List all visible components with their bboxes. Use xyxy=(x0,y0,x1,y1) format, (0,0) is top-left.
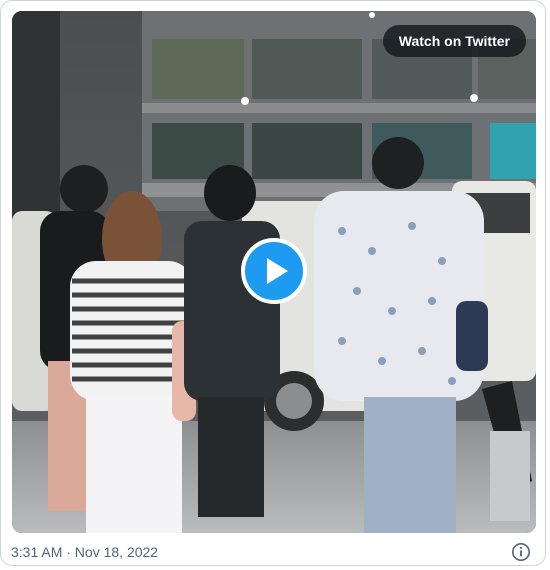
video-thumbnail[interactable]: Watch on Twitter xyxy=(12,11,536,533)
info-icon[interactable] xyxy=(511,542,531,562)
watch-on-twitter-label: Watch on Twitter xyxy=(398,33,510,49)
tweet-embed-card: Watch on Twitter 3:31 AM · Nov 18, 2022 xyxy=(0,0,546,566)
tweet-footer: 3:31 AM · Nov 18, 2022 xyxy=(11,542,535,564)
play-button[interactable] xyxy=(241,238,307,304)
watch-on-twitter-button[interactable]: Watch on Twitter xyxy=(382,25,526,57)
play-icon xyxy=(267,258,288,284)
tweet-timestamp[interactable]: 3:31 AM · Nov 18, 2022 xyxy=(11,544,158,560)
